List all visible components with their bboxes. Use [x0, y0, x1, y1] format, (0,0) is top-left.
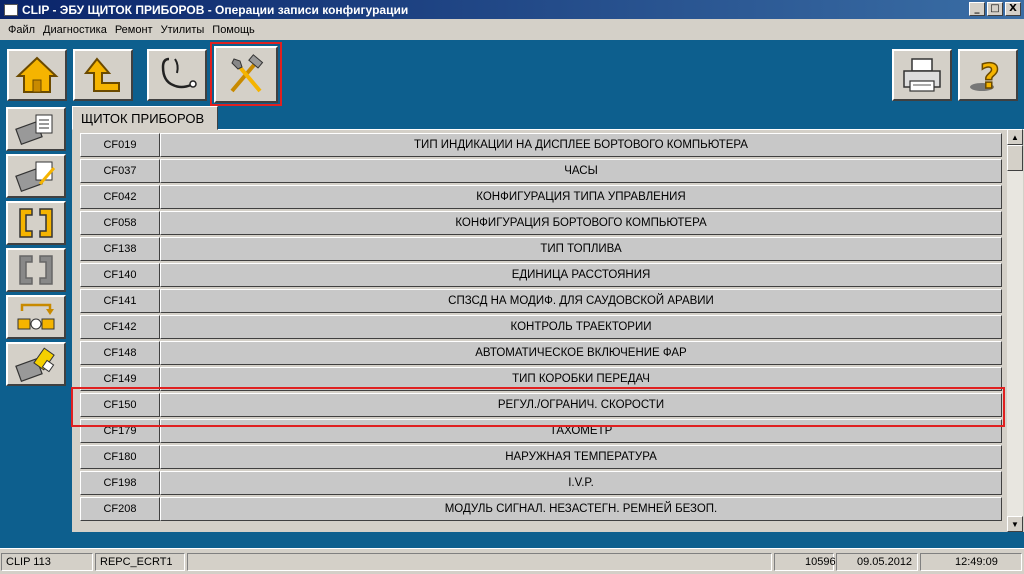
- config-row-cf208[interactable]: CF208 МОДУЛЬ СИГНАЛ. НЕЗАСТЕГН. РЕМНЕЙ БЕ…: [80, 497, 1002, 521]
- config-row-description[interactable]: ЧАСЫ: [160, 159, 1002, 183]
- menu-repair[interactable]: Ремонт: [111, 24, 157, 36]
- config-row-cf148[interactable]: CF148 АВТОМАТИЧЕСКОЕ ВКЛЮЧЕНИЕ ФАР: [80, 341, 1002, 365]
- config-row-description[interactable]: КОНФИГУРАЦИЯ БОРТОВОГО КОМПЬЮТЕРА: [160, 211, 1002, 235]
- config-row-description[interactable]: МОДУЛЬ СИГНАЛ. НЕЗАСТЕГН. РЕМНЕЙ БЕЗОП.: [160, 497, 1002, 521]
- help-button[interactable]: ?: [958, 49, 1018, 101]
- menu-help[interactable]: Помощь: [208, 24, 259, 36]
- config-row-code[interactable]: CF058: [80, 211, 160, 235]
- config-row-code[interactable]: CF019: [80, 133, 160, 157]
- print-button[interactable]: [892, 49, 952, 101]
- connector-icon: [19, 208, 53, 238]
- tab-instrument-panel[interactable]: ЩИТОК ПРИБОРОВ: [72, 106, 218, 130]
- back-up-icon: [83, 57, 120, 92]
- config-row-code[interactable]: CF198: [80, 471, 160, 495]
- config-row-cf179[interactable]: CF179 ТАХОМЕТР: [80, 419, 1002, 443]
- config-row-cf138[interactable]: CF138 ТИП ТОПЛИВА: [80, 237, 1002, 261]
- config-row-code[interactable]: CF208: [80, 497, 160, 521]
- side-ecu-write-button[interactable]: [6, 154, 66, 198]
- config-row-code[interactable]: CF150: [80, 393, 160, 417]
- config-row-cf180[interactable]: CF180 НАРУЖНАЯ ТЕМПЕРАТУРА: [80, 445, 1002, 469]
- side-eraser-button[interactable]: [6, 342, 66, 386]
- printer-icon: [903, 58, 941, 92]
- menu-bar: Файл Диагностика Ремонт Утилиты Помощь: [0, 19, 1024, 40]
- window-controls: _ □ X: [969, 2, 1021, 16]
- title-bar: CLIP - ЭБУ ЩИТОК ПРИБОРОВ - Операции зап…: [0, 0, 1024, 19]
- menu-file[interactable]: Файл: [4, 24, 39, 36]
- ecu-write-icon: [15, 161, 56, 193]
- config-row-code[interactable]: CF141: [80, 289, 160, 313]
- vertical-scrollbar[interactable]: ▲ ▼: [1007, 129, 1023, 532]
- status-screen: REPC_ECRT1: [95, 553, 185, 571]
- config-row-description[interactable]: ТИП ИНДИКАЦИИ НА ДИСПЛЕЕ БОРТОВОГО КОМПЬ…: [160, 133, 1002, 157]
- config-row-description[interactable]: НАРУЖНАЯ ТЕМПЕРАТУРА: [160, 445, 1002, 469]
- scroll-down-icon[interactable]: ▼: [1007, 516, 1023, 532]
- status-empty: [187, 553, 772, 571]
- side-connector-button[interactable]: [6, 201, 66, 245]
- app-icon: [4, 3, 18, 16]
- config-row-description[interactable]: АВТОМАТИЧЕСКОЕ ВКЛЮЧЕНИЕ ФАР: [160, 341, 1002, 365]
- status-bar: CLIP 113 REPC_ECRT1 10596 09.05.2012 12:…: [0, 548, 1024, 574]
- config-row-cf198[interactable]: CF198 I.V.P.: [80, 471, 1002, 495]
- transfer-icon: [17, 303, 55, 330]
- stethoscope-icon: [161, 57, 197, 89]
- config-row-code[interactable]: CF142: [80, 315, 160, 339]
- config-row-code[interactable]: CF148: [80, 341, 160, 365]
- config-row-code[interactable]: CF149: [80, 367, 160, 391]
- config-row-description[interactable]: I.V.P.: [160, 471, 1002, 495]
- config-row-cf149[interactable]: CF149 ТИП КОРОБКИ ПЕРЕДАЧ: [80, 367, 1002, 391]
- status-date: 09.05.2012: [836, 553, 918, 571]
- config-row-code[interactable]: CF138: [80, 237, 160, 261]
- side-connector-disabled-button[interactable]: [6, 248, 66, 292]
- config-row-code[interactable]: CF179: [80, 419, 160, 443]
- config-row-cf142[interactable]: CF142 КОНТРОЛЬ ТРАЕКТОРИИ: [80, 315, 1002, 339]
- connector-disabled-icon: [19, 255, 53, 285]
- minimize-button[interactable]: _: [969, 2, 985, 16]
- config-row-description[interactable]: ЕДИНИЦА РАССТОЯНИЯ: [160, 263, 1002, 287]
- config-row-cf141[interactable]: CF141 СПЗСД НА МОДИФ. ДЛЯ САУДОВСКОЙ АРАВ…: [80, 289, 1002, 313]
- status-clip: CLIP 113: [1, 553, 93, 571]
- config-row-cf042[interactable]: CF042 КОНФИГУРАЦИЯ ТИПА УПРАВЛЕНИЯ: [80, 185, 1002, 209]
- ecu-read-icon: [15, 114, 53, 146]
- config-row-cf037[interactable]: CF037 ЧАСЫ: [80, 159, 1002, 183]
- svg-text:?: ?: [980, 57, 1000, 95]
- side-ecu-read-button[interactable]: [6, 107, 66, 151]
- config-row-code[interactable]: CF140: [80, 263, 160, 287]
- help-icon: ?: [970, 56, 1000, 95]
- menu-diagnostics[interactable]: Диагностика: [39, 24, 111, 36]
- config-row-description[interactable]: ТИП ТОПЛИВА: [160, 237, 1002, 261]
- scroll-up-icon[interactable]: ▲: [1007, 129, 1023, 145]
- config-row-code[interactable]: CF180: [80, 445, 160, 469]
- config-row-code[interactable]: CF042: [80, 185, 160, 209]
- maximize-button[interactable]: □: [987, 2, 1003, 16]
- config-row-cf058[interactable]: CF058 КОНФИГУРАЦИЯ БОРТОВОГО КОМПЬЮТЕРА: [80, 211, 1002, 235]
- config-row-description[interactable]: РЕГУЛ./ОГРАНИЧ. СКОРОСТИ: [160, 393, 1002, 417]
- config-row-cf150[interactable]: CF150 РЕГУЛ./ОГРАНИЧ. СКОРОСТИ: [80, 393, 1002, 417]
- config-row-description[interactable]: КОНФИГУРАЦИЯ ТИПА УПРАВЛЕНИЯ: [160, 185, 1002, 209]
- config-row-description[interactable]: ТИП КОРОБКИ ПЕРЕДАЧ: [160, 367, 1002, 391]
- menu-utilities[interactable]: Утилиты: [157, 24, 209, 36]
- back-up-button[interactable]: [73, 49, 133, 101]
- tools-icon: [230, 53, 264, 92]
- config-row-code[interactable]: CF037: [80, 159, 160, 183]
- config-row-description[interactable]: ТАХОМЕТР: [160, 419, 1002, 443]
- side-transfer-button[interactable]: [6, 295, 66, 339]
- home-button[interactable]: [7, 49, 67, 101]
- home-icon: [15, 56, 59, 93]
- scroll-thumb[interactable]: [1007, 145, 1023, 171]
- config-row-description[interactable]: КОНТРОЛЬ ТРАЕКТОРИИ: [160, 315, 1002, 339]
- window-title: CLIP - ЭБУ ЩИТОК ПРИБОРОВ - Операции зап…: [22, 2, 409, 17]
- close-button[interactable]: X: [1005, 2, 1021, 16]
- diagnostics-button[interactable]: [147, 49, 207, 101]
- status-code: 10596: [774, 553, 836, 571]
- tools-button[interactable]: [214, 46, 278, 103]
- config-row-cf019[interactable]: CF019 ТИП ИНДИКАЦИИ НА ДИСПЛЕЕ БОРТОВОГО …: [80, 133, 1002, 157]
- eraser-icon: [15, 347, 55, 382]
- status-time: 12:49:09: [920, 553, 1022, 571]
- config-row-description[interactable]: СПЗСД НА МОДИФ. ДЛЯ САУДОВСКОЙ АРАВИИ: [160, 289, 1002, 313]
- config-row-cf140[interactable]: CF140 ЕДИНИЦА РАССТОЯНИЯ: [80, 263, 1002, 287]
